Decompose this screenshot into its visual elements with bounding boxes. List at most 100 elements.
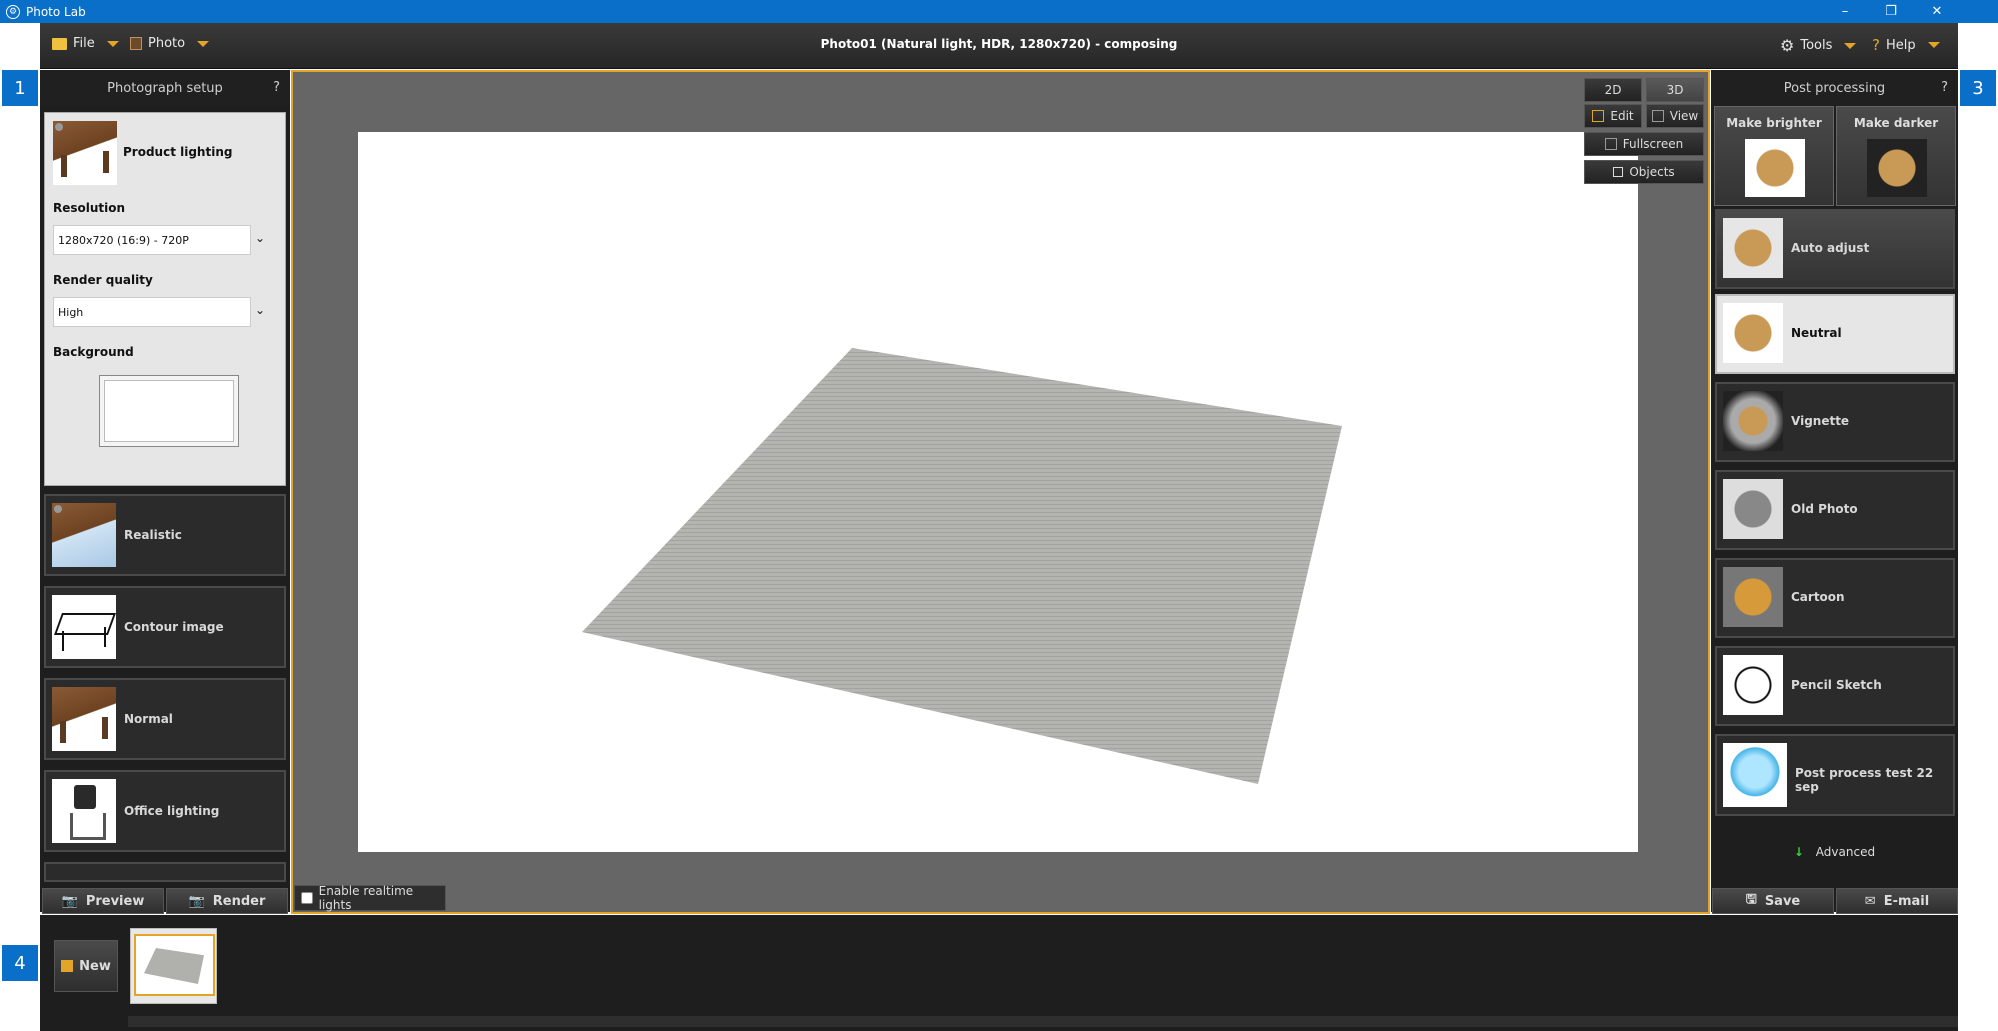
table-thumbnail: [1723, 479, 1783, 539]
post-cartoon[interactable]: Cartoon: [1715, 558, 1955, 638]
window-title: Photo Lab: [26, 4, 86, 19]
camera-icon: 📷: [188, 893, 205, 909]
enable-realtime-lights[interactable]: Enable realtime lights: [294, 884, 446, 912]
camera-icon: 📷: [61, 893, 78, 909]
preset-label: Office lighting: [124, 804, 220, 818]
tools-menu-label: Tools: [1800, 38, 1833, 53]
post-item-label: Auto adjust: [1791, 241, 1870, 255]
panel-title: Post processing: [1783, 80, 1886, 96]
render-quality-select[interactable]: High: [53, 297, 251, 327]
preview-button[interactable]: 📷 Preview: [42, 888, 164, 914]
bulb-icon: [54, 505, 62, 513]
arrow-down-icon: ↓: [1793, 845, 1804, 859]
edit-label: Edit: [1610, 109, 1634, 123]
badge-3: 3: [1960, 70, 1996, 106]
chevron-down-icon: [1927, 42, 1940, 48]
post-item-label: Neutral: [1791, 326, 1842, 340]
save-button[interactable]: 🖫 Save: [1712, 888, 1834, 914]
tools-menu[interactable]: ⚙ Tools: [1780, 36, 1857, 55]
view-label: View: [1669, 109, 1699, 123]
office-chair-thumbnail: [52, 779, 116, 843]
setup-box: Product lighting Resolution 1280x720 (16…: [44, 112, 286, 486]
preset-contour-image[interactable]: Contour image: [44, 586, 286, 668]
preset-label: Contour image: [124, 620, 224, 634]
preset-normal[interactable]: Normal: [44, 678, 286, 760]
restore-button[interactable]: ❐: [1868, 0, 1914, 23]
background-swatch[interactable]: [99, 375, 239, 447]
post-item-label: Cartoon: [1791, 590, 1845, 604]
edit-toggle[interactable]: Edit: [1584, 104, 1642, 128]
help-menu[interactable]: ? Help: [1872, 36, 1940, 54]
lock-icon: [1613, 167, 1624, 177]
make-brighter-button[interactable]: Make brighter: [1714, 106, 1834, 206]
post-process-test[interactable]: Post process test 22 sep: [1715, 734, 1955, 816]
new-icon: [61, 960, 74, 972]
table-thumbnail: [1867, 139, 1927, 197]
filmstrip-scrollbar[interactable]: [128, 1016, 1958, 1027]
chevron-down-icon[interactable]: ⌄: [255, 231, 265, 245]
post-neutral[interactable]: Neutral: [1715, 294, 1955, 374]
document-title: Photo01 (Natural light, HDR, 1280x720) -…: [820, 37, 1178, 51]
preset-partial[interactable]: [44, 862, 286, 882]
table-thumbnail: [1745, 139, 1805, 197]
preset-realistic[interactable]: Realistic: [44, 494, 286, 576]
menu-bar: File Photo Photo01 (Natural light, HDR, …: [40, 23, 1958, 69]
email-button[interactable]: ✉ E-mail: [1836, 888, 1958, 914]
background-label: Background: [53, 345, 134, 359]
render-quality-label: Render quality: [53, 273, 153, 287]
resolution-select[interactable]: 1280x720 (16:9) - 720P: [53, 225, 251, 255]
post-item-label: Pencil Sketch: [1791, 678, 1882, 692]
view-toggle[interactable]: View: [1646, 104, 1704, 128]
make-darker-button[interactable]: Make darker: [1836, 106, 1956, 206]
post-item-label: Vignette: [1791, 414, 1850, 428]
realtime-label: Enable realtime lights: [318, 884, 414, 912]
save-button-label: Save: [1764, 893, 1801, 909]
preset-label: Realistic: [124, 528, 182, 542]
post-pencil-sketch[interactable]: Pencil Sketch: [1715, 646, 1955, 726]
help-icon[interactable]: ?: [273, 80, 280, 95]
realtime-checkbox[interactable]: [301, 892, 313, 904]
help-icon[interactable]: ?: [1941, 80, 1948, 95]
bulb-icon: [55, 123, 63, 131]
render-button-label: Render: [212, 893, 266, 909]
current-preset-name: Product lighting: [123, 145, 233, 159]
view-3d-button[interactable]: 3D: [1646, 78, 1704, 102]
chevron-down-icon[interactable]: ⌄: [255, 303, 265, 317]
close-button[interactable]: ✕: [1914, 0, 1960, 23]
preset-office-lighting[interactable]: Office lighting: [44, 770, 286, 852]
table-thumbnail: [1723, 655, 1783, 715]
objects-button[interactable]: Objects: [1584, 160, 1704, 184]
post-old-photo[interactable]: Old Photo: [1715, 470, 1955, 550]
fullscreen-toggle[interactable]: Fullscreen: [1584, 132, 1704, 156]
advanced-toggle[interactable]: ↓ Advanced: [1711, 845, 1958, 859]
new-photo-button[interactable]: New: [54, 940, 118, 992]
photograph-setup-panel: Photograph setup ? Product lighting Reso…: [40, 70, 290, 912]
make-brighter-label: Make brighter: [1726, 116, 1822, 130]
help-icon: ?: [1872, 36, 1880, 54]
panel-title: Photograph setup: [107, 80, 223, 96]
scene-svg: [582, 348, 1342, 784]
view-2d-button[interactable]: 2D: [1584, 78, 1642, 102]
render-button[interactable]: 📷 Render: [166, 888, 288, 914]
render-canvas[interactable]: [358, 132, 1638, 852]
gear-icon: ⚙: [1780, 36, 1795, 55]
badge-1: 1: [2, 70, 38, 106]
panel-header: Post processing ?: [1711, 70, 1958, 106]
new-button-label: New: [79, 958, 111, 974]
contour-thumbnail: [52, 595, 116, 659]
table-thumbnail: [1723, 391, 1783, 451]
photo-thumbnail[interactable]: [130, 928, 217, 1004]
email-icon: ✉: [1864, 893, 1876, 909]
minimize-button[interactable]: –: [1822, 0, 1868, 23]
post-vignette[interactable]: Vignette: [1715, 382, 1955, 462]
save-icon: 🖫: [1745, 892, 1757, 907]
post-item-label: Post process test 22 sep: [1795, 766, 1934, 794]
carpet-object[interactable]: [582, 348, 1342, 784]
table-thumbnail: [1723, 303, 1783, 363]
email-button-label: E-mail: [1883, 893, 1930, 909]
realistic-thumbnail: [52, 503, 116, 567]
normal-thumbnail: [52, 687, 116, 751]
chevron-down-icon: [1844, 42, 1857, 49]
post-auto-adjust[interactable]: Auto adjust: [1715, 209, 1955, 289]
checkbox-icon: [1651, 110, 1664, 122]
